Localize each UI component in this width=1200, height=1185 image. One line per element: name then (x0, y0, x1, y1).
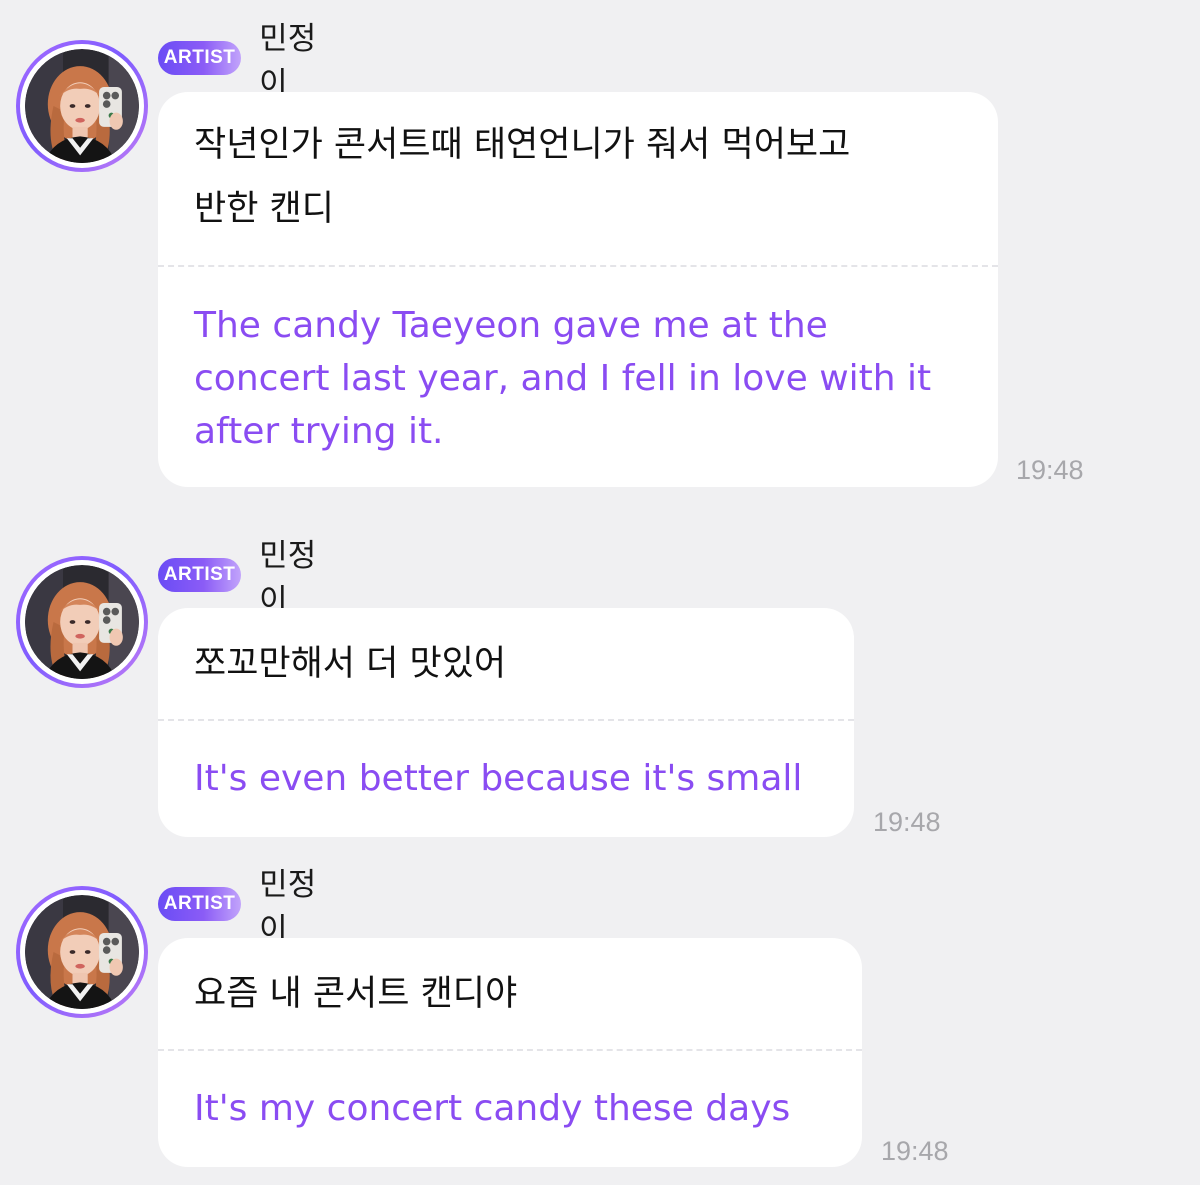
timestamp: 19:48 (881, 1136, 949, 1166)
divider (158, 719, 854, 721)
timestamp: 19:48 (873, 807, 941, 837)
original-text: 요즘 내 콘서트 캔디야 (194, 974, 518, 1014)
translated-text: It's even better because it's small (194, 758, 803, 799)
message-bubble[interactable]: 요즘 내 콘서트 캔디야 It's my concert candy these… (158, 938, 862, 1167)
timestamp: 19:48 (1016, 455, 1084, 485)
translated-text: It's my concert candy these days (194, 1088, 791, 1129)
sender-name[interactable]: 민정이 (259, 530, 320, 620)
message-header: ARTIST 민정이 (158, 538, 321, 619)
artist-badge: ARTIST (158, 41, 242, 75)
translated-text: The candy Taeyeon gave me at the concert… (194, 305, 943, 452)
avatar-photo (25, 895, 139, 1009)
message-bubble[interactable]: 작년인가 콘서트때 태연언니가 줘서 먹어보고 반한 캔디 The candy … (158, 92, 998, 487)
avatar-photo (25, 565, 139, 679)
original-text: 작년인가 콘서트때 태연언니가 줘서 먹어보고 반한 캔디 (194, 125, 851, 229)
avatar-photo (25, 49, 139, 163)
message-bubble[interactable]: 쪼꼬만해서 더 맛있어 It's even better because it'… (158, 608, 854, 837)
avatar[interactable] (16, 556, 148, 688)
artist-badge: ARTIST (158, 558, 242, 592)
artist-badge: ARTIST (158, 887, 242, 921)
sender-name[interactable]: 민정이 (259, 859, 320, 949)
divider (158, 1049, 862, 1051)
original-text: 쪼꼬만해서 더 맛있어 (194, 644, 507, 684)
divider (158, 265, 998, 267)
avatar[interactable] (16, 40, 148, 172)
message-header: ARTIST 민정이 (158, 21, 321, 102)
avatar[interactable] (16, 886, 148, 1018)
sender-name[interactable]: 민정이 (259, 13, 320, 103)
message-header: ARTIST 민정이 (158, 867, 321, 948)
